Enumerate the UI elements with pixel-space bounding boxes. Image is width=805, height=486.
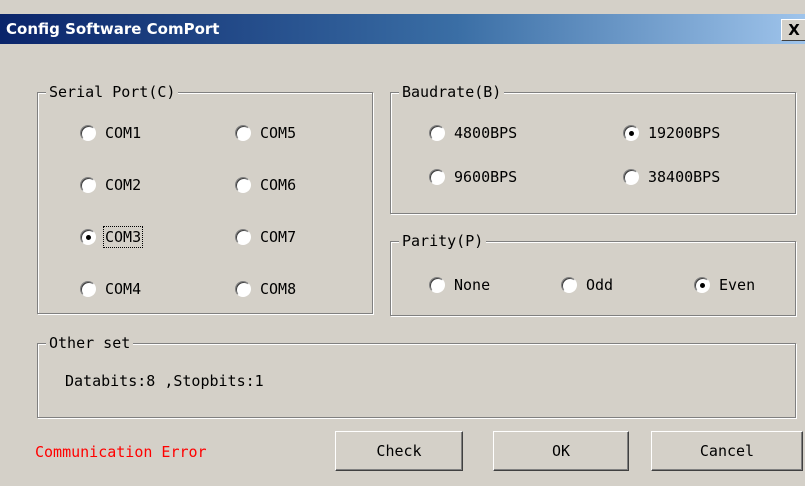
cancel-button[interactable]: Cancel [651,431,803,471]
serial-port-group: Serial Port(C) COM1 COM2 COM3 COM4 COM5 … [37,83,373,314]
radio-label: COM3 [102,226,144,248]
radio-circle[interactable] [80,125,96,141]
serial-port-group-label: Serial Port(C) [46,83,179,101]
status-error-text: Communication Error [35,443,207,461]
radio-label: None [454,276,491,294]
radio-label: COM2 [105,176,142,194]
radio-circle[interactable] [80,177,96,193]
radio-label: COM7 [260,228,297,246]
window-title: Config Software ComPort [6,20,220,38]
parity-group: Parity(P) None Odd Even [390,232,796,316]
radio-label: Even [719,276,756,294]
baudrate-group: Baudrate(B) 4800BPS 9600BPS 19200BPS 384… [390,83,796,214]
radio-circle[interactable] [235,281,251,297]
parity-group-label: Parity(P) [399,232,487,250]
radio-label: 4800BPS [454,124,518,142]
baudrate-group-label: Baudrate(B) [399,83,505,101]
radio-circle[interactable] [623,125,639,141]
radio-circle[interactable] [235,177,251,193]
radio-label: 19200BPS [648,124,721,142]
radio-label: Odd [586,276,614,294]
radio-circle[interactable] [235,125,251,141]
ok-button[interactable]: OK [493,431,629,471]
radio-circle[interactable] [429,169,445,185]
close-button[interactable]: X [781,19,805,41]
config-comport-dialog: Config Software ComPort X Serial Port(C)… [0,0,805,486]
radio-label: COM8 [260,280,297,298]
other-set-group-label: Other set [46,334,134,352]
radio-circle[interactable] [80,281,96,297]
radio-circle[interactable] [429,277,445,293]
radio-dot [700,283,705,288]
radio-circle[interactable] [429,125,445,141]
radio-label: COM1 [105,124,142,142]
check-button[interactable]: Check [335,431,463,471]
radio-circle[interactable] [561,277,577,293]
radio-circle[interactable] [694,277,710,293]
radio-label: COM4 [105,280,142,298]
other-settings-text: Databits:8 ,Stopbits:1 [65,372,264,390]
radio-label: 9600BPS [454,168,518,186]
radio-dot [86,235,91,240]
radio-label: COM6 [260,176,297,194]
radio-label: COM5 [260,124,297,142]
radio-circle[interactable] [235,229,251,245]
radio-label: 38400BPS [648,168,721,186]
radio-circle[interactable] [80,229,96,245]
radio-dot [629,131,634,136]
other-set-group: Other set Databits:8 ,Stopbits:1 [37,334,796,418]
title-bar[interactable]: Config Software ComPort X [0,14,805,44]
radio-circle[interactable] [623,169,639,185]
